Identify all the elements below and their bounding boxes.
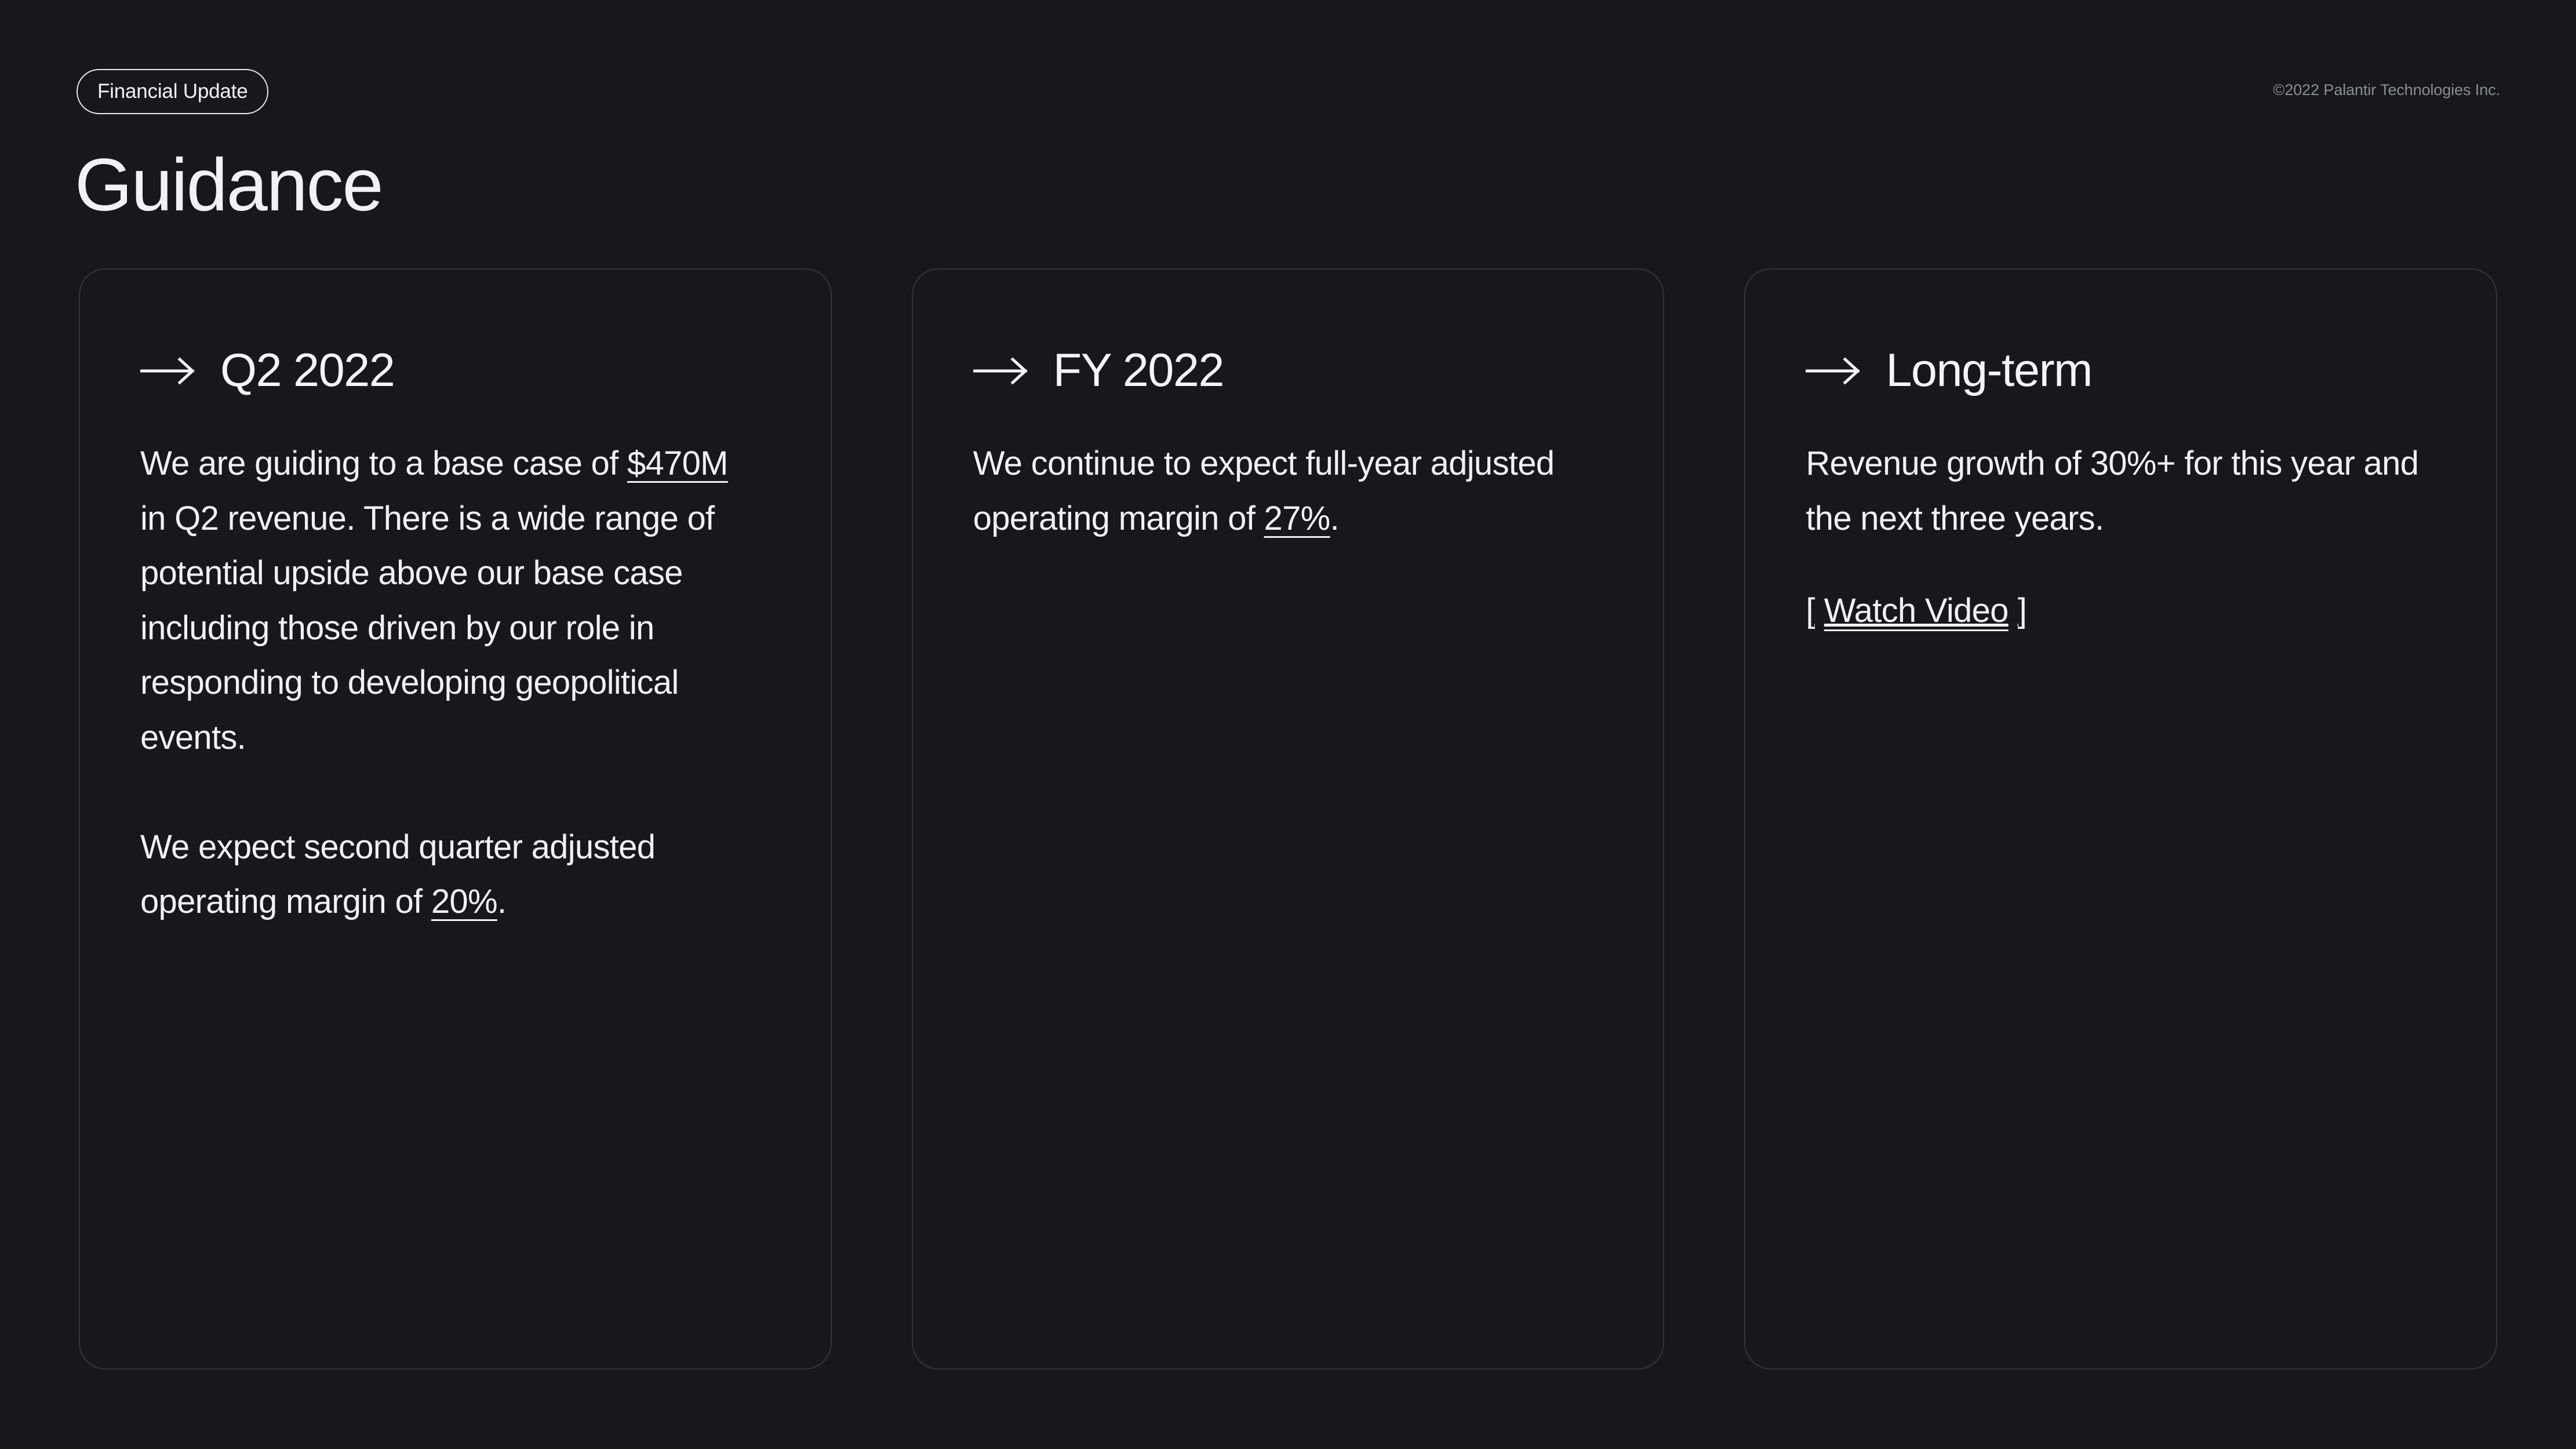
bracket-close: ] <box>2017 592 2027 630</box>
card-paragraph: We expect second quarter adjusted operat… <box>140 820 755 930</box>
card-body: We are guiding to a base case of $470M i… <box>140 436 755 930</box>
card-header: FY 2022 <box>973 347 1664 394</box>
arrow-right-icon <box>973 356 1029 385</box>
page-title: Guidance <box>75 144 384 227</box>
guidance-cards: Q2 2022 We are guiding to a base case of… <box>79 268 2498 1370</box>
paragraph-text: We expect second quarter adjusted operat… <box>140 828 656 921</box>
highlight-value: $470M <box>627 445 729 482</box>
card-paragraph: We continue to expect full-year adjusted… <box>973 436 1588 546</box>
card-paragraph: Revenue growth of 30%+ for this year and… <box>1806 436 2420 546</box>
guidance-card-fy-2022: FY 2022 We continue to expect full-year … <box>911 268 1665 1370</box>
copyright-notice: ©2022 Palantir Technologies Inc. <box>2273 81 2501 99</box>
guidance-card-q2-2022: Q2 2022 We are guiding to a base case of… <box>79 268 832 1370</box>
watch-video-label: Watch Video <box>1824 592 2009 630</box>
card-header: Q2 2022 <box>140 347 831 394</box>
highlight-value: 20% <box>431 883 498 921</box>
bracket-open: [ <box>1806 592 1815 630</box>
paragraph-text: We are guiding to a base case of <box>140 445 627 482</box>
card-title: Long-term <box>1886 344 2093 396</box>
watch-video-link[interactable]: [ Watch Video ] <box>1806 584 2027 639</box>
paragraph-text: . <box>497 883 507 921</box>
card-body: Revenue growth of 30%+ for this year and… <box>1806 436 2420 639</box>
paragraph-text: . <box>1330 499 1340 537</box>
arrow-right-icon <box>1806 356 1861 385</box>
badge-label: Financial Update <box>97 80 248 103</box>
card-title: Q2 2022 <box>220 344 395 396</box>
financial-update-badge: Financial Update <box>77 69 269 114</box>
paragraph-text: Revenue growth of 30%+ for this year and… <box>1806 445 2419 537</box>
card-body: We continue to expect full-year adjusted… <box>973 436 1588 546</box>
paragraph-text: in Q2 revenue. There is a wide range of … <box>140 499 715 756</box>
card-paragraph: We are guiding to a base case of $470M i… <box>140 436 755 765</box>
card-title: FY 2022 <box>1053 344 1225 396</box>
card-header: Long-term <box>1806 347 2496 394</box>
arrow-right-icon <box>140 356 196 385</box>
highlight-value: 27% <box>1264 499 1331 537</box>
slide-root: Financial Update ©2022 Palantir Technolo… <box>0 0 2576 1449</box>
guidance-card-long-term: Long-term Revenue growth of 30%+ for thi… <box>1744 268 2498 1370</box>
